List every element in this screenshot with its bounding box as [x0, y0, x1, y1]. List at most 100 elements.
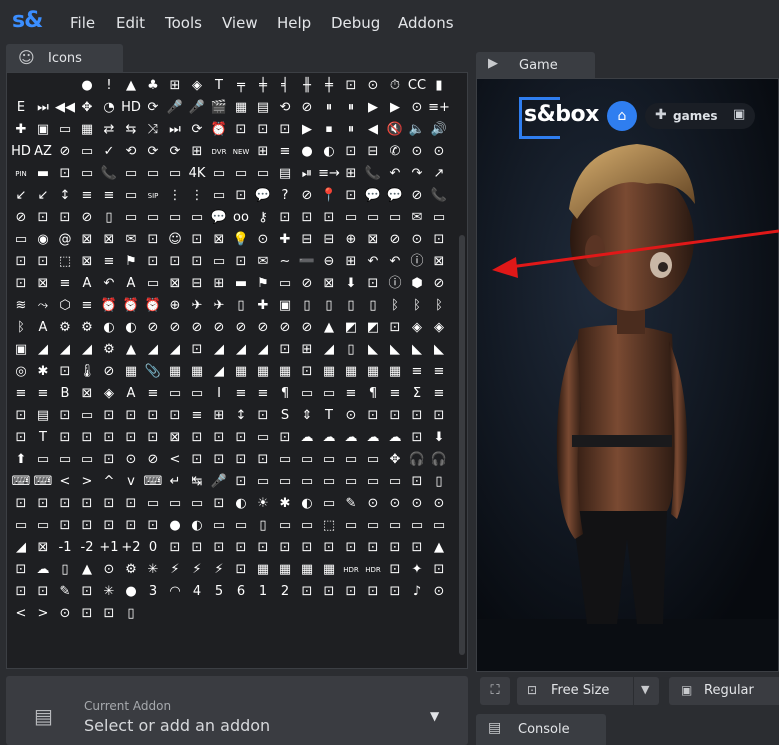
- icon-glyph[interactable]: ▭: [54, 449, 76, 471]
- icon-glyph[interactable]: ↶: [362, 251, 384, 273]
- icon-glyph[interactable]: 5: [208, 581, 230, 603]
- icon-glyph[interactable]: >: [32, 603, 54, 625]
- icon-glyph[interactable]: ⊡: [186, 229, 208, 251]
- icon-glyph[interactable]: ⟳: [164, 141, 186, 163]
- icon-glyph[interactable]: ⊡: [54, 207, 76, 229]
- icon-glyph[interactable]: ⊡: [186, 427, 208, 449]
- icon-glyph[interactable]: ◉: [32, 229, 54, 251]
- icon-glyph[interactable]: PIN: [10, 163, 32, 185]
- icon-glyph[interactable]: NEW: [230, 141, 252, 163]
- icon-glyph[interactable]: ⊟: [186, 273, 208, 295]
- icon-glyph[interactable]: ▯: [98, 207, 120, 229]
- icon-glyph[interactable]: DVR: [208, 141, 230, 163]
- icon-glyph[interactable]: ⊠: [32, 273, 54, 295]
- icon-glyph[interactable]: ⊡: [274, 537, 296, 559]
- tab-game[interactable]: ▶ Game: [476, 52, 595, 78]
- icon-glyph[interactable]: ⊘: [406, 185, 428, 207]
- icon-glyph[interactable]: ▯: [54, 559, 76, 581]
- icon-glyph[interactable]: ⏱: [384, 75, 406, 97]
- icon-glyph[interactable]: ▦: [274, 559, 296, 581]
- icon-glyph[interactable]: ◐: [230, 493, 252, 515]
- icon-glyph[interactable]: ⊡: [362, 581, 384, 603]
- icon-glyph[interactable]: ▯: [340, 295, 362, 317]
- icon-glyph[interactable]: ⚑: [120, 251, 142, 273]
- icon-glyph[interactable]: ⊙: [362, 75, 384, 97]
- icon-glyph[interactable]: 🎧: [428, 449, 450, 471]
- icon-glyph[interactable]: ▭: [340, 515, 362, 537]
- icon-glyph[interactable]: ▭: [384, 207, 406, 229]
- icon-glyph[interactable]: ⊘: [274, 317, 296, 339]
- icon-glyph[interactable]: ⊡: [164, 405, 186, 427]
- icon-glyph[interactable]: ⊡: [142, 251, 164, 273]
- icon-glyph[interactable]: ⇕: [296, 405, 318, 427]
- icon-glyph[interactable]: T: [32, 427, 54, 449]
- icon-glyph[interactable]: ≡: [230, 383, 252, 405]
- icon-glyph[interactable]: ▯: [296, 295, 318, 317]
- icon-glyph[interactable]: ⌨: [142, 471, 164, 493]
- icon-glyph[interactable]: ▭: [164, 383, 186, 405]
- chevron-down-icon[interactable]: ▼: [641, 683, 649, 696]
- icon-glyph[interactable]: ⊘: [76, 207, 98, 229]
- icon-glyph[interactable]: ▮: [428, 75, 450, 97]
- icon-glyph[interactable]: ◐: [296, 493, 318, 515]
- icon-glyph[interactable]: ⊞: [186, 141, 208, 163]
- icon-glyph[interactable]: ✳: [98, 581, 120, 603]
- icon-glyph[interactable]: ↵: [164, 471, 186, 493]
- icon-glyph[interactable]: ⊡: [230, 559, 252, 581]
- icon-glyph[interactable]: ▭: [384, 471, 406, 493]
- icon-glyph[interactable]: ⊡: [340, 537, 362, 559]
- icon-glyph[interactable]: ▭: [142, 273, 164, 295]
- icon-glyph[interactable]: v: [120, 471, 142, 493]
- icon-glyph[interactable]: ⊡: [98, 427, 120, 449]
- icon-glyph[interactable]: ⊙: [406, 229, 428, 251]
- icon-glyph[interactable]: ⏹: [318, 119, 340, 141]
- icon-glyph[interactable]: ▭: [164, 163, 186, 185]
- icon-glyph[interactable]: ⊠: [98, 229, 120, 251]
- icon-glyph[interactable]: ⊡: [10, 581, 32, 603]
- icon-glyph[interactable]: ▭: [142, 493, 164, 515]
- icon-glyph[interactable]: ⊘: [296, 317, 318, 339]
- icon-glyph[interactable]: ⊡: [186, 251, 208, 273]
- icon-glyph[interactable]: ⊘: [252, 317, 274, 339]
- icon-glyph[interactable]: ◢: [208, 339, 230, 361]
- icon-glyph[interactable]: ▭: [186, 207, 208, 229]
- icon-glyph[interactable]: ⊙: [406, 141, 428, 163]
- icon-glyph[interactable]: ⏰: [142, 295, 164, 317]
- icon-glyph[interactable]: ▭: [142, 163, 164, 185]
- icon-glyph[interactable]: A: [32, 317, 54, 339]
- icon-glyph[interactable]: 📍: [318, 185, 340, 207]
- icon-glyph[interactable]: [54, 75, 76, 97]
- icon-glyph[interactable]: ⤳: [32, 295, 54, 317]
- icon-glyph[interactable]: ⊡: [10, 273, 32, 295]
- icon-glyph[interactable]: ◩: [362, 317, 384, 339]
- icon-glyph[interactable]: ⊡: [362, 273, 384, 295]
- icon-glyph[interactable]: ⊙: [428, 581, 450, 603]
- icon-glyph[interactable]: ⊡: [10, 427, 32, 449]
- icon-glyph[interactable]: ▭: [340, 471, 362, 493]
- icon-glyph[interactable]: ⊡: [142, 229, 164, 251]
- icon-glyph[interactable]: ⊡: [54, 493, 76, 515]
- icon-glyph[interactable]: ⊡: [186, 537, 208, 559]
- icon-glyph[interactable]: ⊘: [296, 185, 318, 207]
- icon-glyph[interactable]: ◢: [164, 339, 186, 361]
- icon-glyph[interactable]: E: [10, 97, 32, 119]
- icon-glyph[interactable]: ⇆: [120, 119, 142, 141]
- icon-glyph[interactable]: ◈: [186, 75, 208, 97]
- icon-glyph[interactable]: !: [98, 75, 120, 97]
- icon-glyph[interactable]: ▭: [10, 229, 32, 251]
- icon-glyph[interactable]: ▯: [362, 295, 384, 317]
- icon-glyph[interactable]: ⊡: [230, 427, 252, 449]
- icon-glyph[interactable]: ⚷: [252, 207, 274, 229]
- icon-glyph[interactable]: ⊟: [296, 229, 318, 251]
- icon-glyph[interactable]: ⊡: [54, 427, 76, 449]
- icons-scrollbar[interactable]: [458, 75, 466, 665]
- icon-glyph[interactable]: ⏭: [32, 97, 54, 119]
- icon-glyph[interactable]: ☁: [384, 427, 406, 449]
- icon-glyph[interactable]: ▭: [120, 185, 142, 207]
- icon-glyph[interactable]: ◈: [98, 383, 120, 405]
- icon-glyph[interactable]: ▭: [318, 493, 340, 515]
- icon-glyph[interactable]: 🌡: [76, 361, 98, 383]
- icon-glyph[interactable]: ◢: [230, 339, 252, 361]
- icon-glyph[interactable]: ⊙: [384, 493, 406, 515]
- icon-glyph[interactable]: <: [164, 449, 186, 471]
